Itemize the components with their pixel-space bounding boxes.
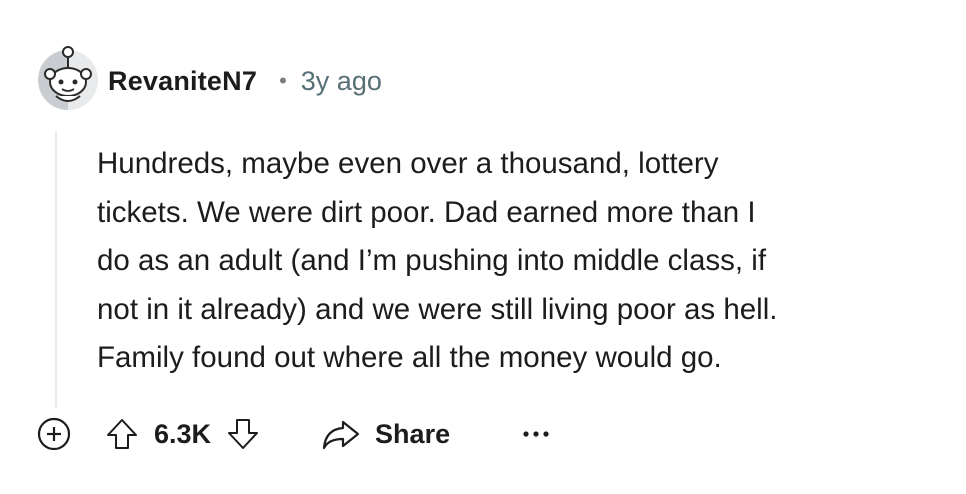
vote-score: 6.3K	[154, 418, 212, 449]
more-options-button[interactable]	[522, 412, 550, 456]
timestamp[interactable]: 3y ago	[301, 66, 382, 97]
downvote-arrow-icon	[228, 419, 259, 449]
snoo-avatar-icon	[38, 46, 98, 110]
downvote-button[interactable]	[221, 412, 265, 456]
comment-body: Hundreds, maybe even over a thousand, lo…	[97, 140, 947, 383]
comment-actions: 6.3K Share	[100, 410, 550, 458]
meta-separator: •	[279, 68, 287, 93]
username[interactable]: RevaniteN7	[108, 66, 257, 97]
comment-body-line: Family found out where all the money wou…	[97, 341, 722, 374]
avatar[interactable]	[32, 38, 104, 110]
share-label: Share	[375, 418, 451, 449]
comment-body-line: not in it already) and we were still liv…	[97, 292, 778, 326]
comment-body-line: Hundreds, maybe even over a thousand, lo…	[97, 147, 719, 180]
plus-circle-icon	[37, 417, 71, 451]
comment-body-line: tickets. We were dirt poor. Dad earned m…	[97, 195, 756, 229]
comment-body-line: do as an adult (and I’m pushing into mid…	[97, 244, 767, 277]
expand-thread-button[interactable]	[36, 416, 72, 452]
comment-header: RevaniteN7 • 3y ago	[108, 64, 382, 98]
share-button[interactable]: Share	[321, 416, 450, 452]
more-dots-icon	[523, 431, 549, 437]
thread-line[interactable]	[55, 132, 57, 408]
share-arrow-icon	[322, 420, 360, 450]
upvote-button[interactable]	[100, 412, 144, 456]
upvote-arrow-icon	[107, 419, 137, 449]
